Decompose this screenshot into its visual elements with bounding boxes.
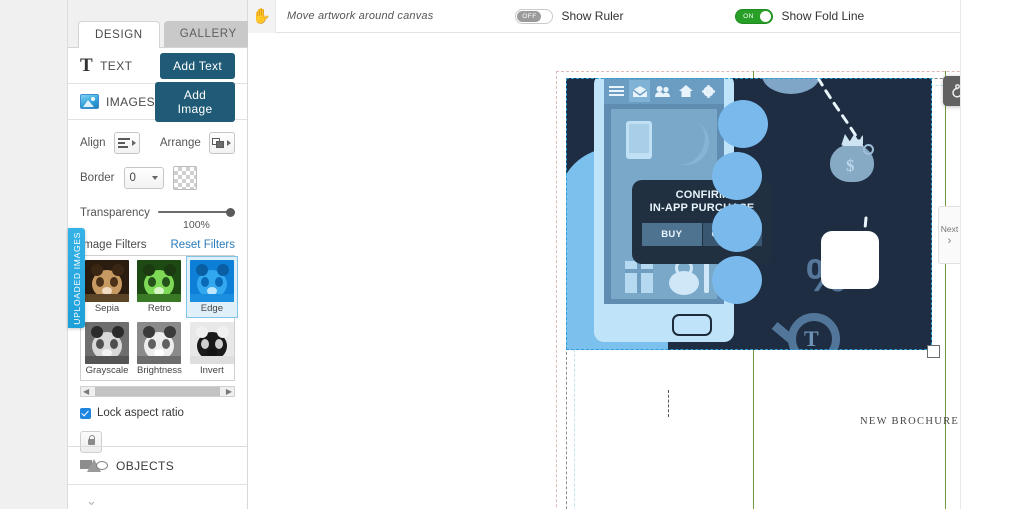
scroll-right-arrow-icon[interactable]: ▶ xyxy=(226,387,232,396)
add-text-button[interactable]: Add Text xyxy=(160,52,235,79)
selection-bounding-box xyxy=(566,78,932,350)
transparency-slider[interactable] xyxy=(157,206,235,218)
scroll-left-arrow-icon[interactable]: ◀ xyxy=(83,387,89,396)
slider-knob[interactable] xyxy=(226,207,235,217)
chevron-right-icon xyxy=(131,140,136,146)
fold-line-right xyxy=(945,71,946,509)
show-ruler-group: OFF Show Ruler xyxy=(515,8,624,24)
brochure-caption: NEW BROCHURE xyxy=(860,416,960,427)
align-label: Align xyxy=(80,137,106,149)
panda-thumbnail xyxy=(85,322,129,364)
filter-label: Retro xyxy=(147,303,172,314)
pan-hand-icon: ✋ xyxy=(252,7,271,25)
right-rail xyxy=(960,0,1024,509)
left-gutter xyxy=(0,0,68,509)
layers-icon xyxy=(212,137,225,149)
chevron-down-icon xyxy=(151,176,158,180)
filter-label: Brightness xyxy=(137,365,182,376)
filter-brightness[interactable]: Brightness xyxy=(133,318,186,380)
objects-row[interactable]: OBJECTS xyxy=(68,447,248,485)
reset-filters-link[interactable]: Reset Filters xyxy=(170,239,235,251)
text-label: TEXT xyxy=(100,58,133,73)
lock-aspect-label: Lock aspect ratio xyxy=(97,407,184,419)
chevron-right-icon: › xyxy=(947,234,952,247)
filters-box: Sepia Retro Edge Grayscale Brightness In… xyxy=(80,255,238,381)
picture-icon xyxy=(80,94,99,109)
transparency-value: 100% xyxy=(183,219,210,231)
panda-thumbnail xyxy=(137,260,182,302)
canvas-toolbar: ✋ Move artwork around canvas OFF Show Ru… xyxy=(248,0,1024,33)
filter-invert[interactable]: Invert xyxy=(186,318,238,380)
text-section-label: T TEXT xyxy=(80,56,132,75)
show-fold-line-state: ON xyxy=(737,10,760,22)
uploaded-images-label: UPLOADED IMAGES xyxy=(71,231,82,325)
images-section-row: IMAGES Add Image xyxy=(68,81,247,122)
shapes-icon xyxy=(80,459,108,472)
show-ruler-state: OFF xyxy=(517,10,542,22)
uploaded-images-tab[interactable]: UPLOADED IMAGES xyxy=(68,228,85,328)
filter-retro[interactable]: Retro xyxy=(133,256,186,318)
align-left-icon xyxy=(117,138,130,148)
filter-label: Invert xyxy=(200,365,224,376)
app-root: DESIGN GALLERY T TEXT Add Text IMAGES Ad… xyxy=(0,0,1024,509)
filter-label: Edge xyxy=(200,303,223,314)
panda-thumbnail xyxy=(85,260,129,302)
show-ruler-label: Show Ruler xyxy=(561,9,624,23)
resize-handle-bottom-right[interactable] xyxy=(927,345,940,358)
show-fold-line-label: Show Fold Line xyxy=(781,9,865,23)
tab-gallery[interactable]: GALLERY xyxy=(163,20,253,47)
toggle-knob xyxy=(760,10,772,22)
text-section-row: T TEXT Add Text xyxy=(68,48,247,84)
panda-thumbnail xyxy=(189,260,234,302)
filter-grayscale[interactable]: Grayscale xyxy=(81,318,133,380)
canvas-hint-text: Move artwork around canvas xyxy=(287,10,434,22)
lock-aspect-ratio-row[interactable]: Lock aspect ratio xyxy=(68,397,247,425)
scrollbar-thumb[interactable] xyxy=(95,387,220,396)
add-image-button[interactable]: Add Image xyxy=(155,81,235,122)
images-section-label: IMAGES xyxy=(80,94,155,109)
align-arrange-row: Align Arrange xyxy=(68,120,247,160)
sidebar-tabs: DESIGN GALLERY xyxy=(68,0,253,48)
border-width-select[interactable]: 0 xyxy=(123,167,164,189)
filter-edge[interactable]: Edge xyxy=(185,256,238,318)
chevron-right-icon xyxy=(227,140,232,146)
objects-section: OBJECTS ⌄ xyxy=(68,446,248,509)
images-label: IMAGES xyxy=(106,94,156,109)
arrange-label: Arrange xyxy=(159,137,201,149)
tab-design[interactable]: DESIGN xyxy=(78,20,160,48)
padlock-icon xyxy=(87,435,96,445)
border-row: Border 0 xyxy=(68,160,247,196)
filter-sepia[interactable]: Sepia xyxy=(81,256,133,318)
filters-horizontal-scrollbar[interactable]: ◀ ▶ xyxy=(80,386,235,397)
show-ruler-toggle[interactable]: OFF xyxy=(515,8,554,24)
lock-aspect-checkbox[interactable] xyxy=(80,407,91,419)
objects-label: OBJECTS xyxy=(116,458,175,473)
next-label: Next xyxy=(940,223,959,234)
panda-thumbnail xyxy=(189,322,234,364)
canvas-area[interactable]: CONFIRM IN-APP PURCHASE BUY CANCEL xyxy=(248,33,1024,509)
panda-thumbnail xyxy=(137,322,182,364)
border-color-swatch[interactable] xyxy=(172,166,197,190)
text-T-icon: T xyxy=(80,55,94,76)
filters-header: Image Filters Reset Filters xyxy=(68,237,247,255)
slider-track xyxy=(157,211,235,213)
border-width-value: 0 xyxy=(129,172,136,184)
arrange-dropdown-button[interactable] xyxy=(208,132,235,154)
show-fold-line-toggle[interactable]: ON xyxy=(735,8,774,24)
filter-label: Grayscale xyxy=(85,365,129,376)
border-label: Border xyxy=(80,172,115,184)
transparency-row: Transparency 100% xyxy=(68,196,247,237)
center-guide-tick xyxy=(668,390,669,417)
transparency-label: Transparency xyxy=(80,207,150,219)
image-filters-label: Image Filters xyxy=(80,239,147,251)
filter-label: Sepia xyxy=(94,303,120,314)
show-fold-line-group: ON Show Fold Line xyxy=(735,8,865,24)
align-dropdown-button[interactable] xyxy=(113,132,140,154)
objects-placeholder: ⌄ xyxy=(68,485,248,509)
design-sidebar: DESIGN GALLERY T TEXT Add Text IMAGES Ad… xyxy=(68,0,253,509)
next-page-tab[interactable]: Next › xyxy=(938,206,960,264)
add-object-stub-icon[interactable]: ⌄ xyxy=(86,493,97,509)
pan-tool-button[interactable]: ✋ xyxy=(248,0,276,33)
filters-grid: Sepia Retro Edge Grayscale Brightness In… xyxy=(81,256,238,380)
